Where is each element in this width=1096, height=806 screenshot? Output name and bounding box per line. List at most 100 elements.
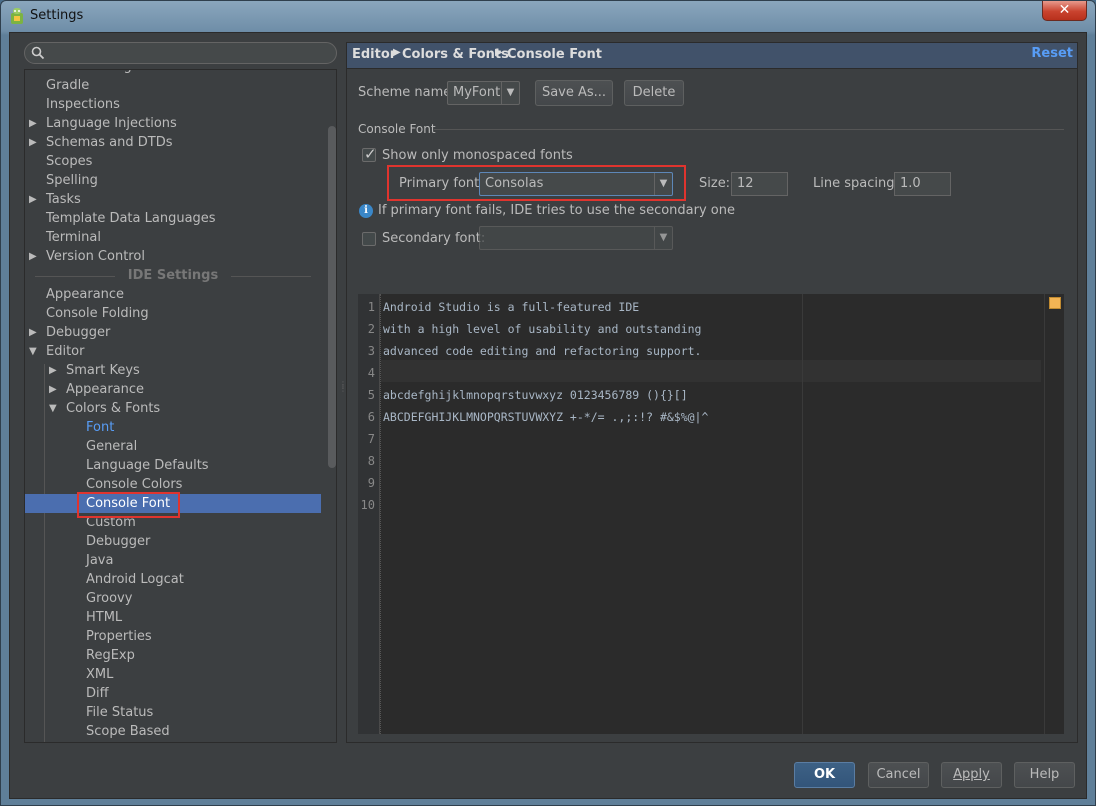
sidebar-item-html[interactable]: HTML (25, 608, 321, 627)
show-monospaced-checkbox[interactable]: ✓ (362, 145, 377, 163)
sidebar-item-console-folding[interactable]: Console Folding (25, 304, 321, 323)
collapsed-arrow-icon[interactable]: ▶ (29, 190, 41, 209)
tree-scrollbar-thumb[interactable] (328, 126, 336, 468)
sidebar-item-editor[interactable]: ▼ Editor (25, 342, 321, 361)
ok-button[interactable]: OK (794, 762, 855, 788)
sidebar-item-font[interactable]: Font (25, 418, 321, 437)
sidebar-item-label: Schemas and DTDs (46, 135, 173, 150)
sidebar-item-label: Language Defaults (86, 458, 209, 473)
sidebar-item-debugger[interactable]: Debugger (25, 532, 321, 551)
sidebar-item-label: Java (86, 553, 114, 568)
line-spacing-label: Line spacing: (813, 176, 899, 191)
line-spacing-field[interactable]: 1.0 (894, 172, 951, 196)
warning-marker-icon[interactable] (1049, 297, 1061, 309)
sidebar-item-language-defaults[interactable]: Language Defaults (25, 456, 321, 475)
primary-font-select[interactable]: Consolas ▼ (479, 172, 673, 196)
sidebar-item-groovy[interactable]: Groovy (25, 589, 321, 608)
sidebar-item-gradle[interactable]: Gradle (25, 76, 321, 95)
caret-line-highlight (381, 360, 1041, 382)
sidebar-item-scopes[interactable]: Scopes (25, 152, 321, 171)
breadcrumb-separator-icon: ▶ (393, 47, 401, 58)
sidebar-item-language-injections[interactable]: ▶ Language Injections (25, 114, 321, 133)
sidebar-item-label: Scope Based (86, 724, 170, 739)
close-button[interactable]: ✕ (1042, 1, 1087, 21)
sidebar-item-spelling[interactable]: Spelling (25, 171, 321, 190)
console-font-highlight (77, 492, 180, 518)
sidebar-item-regexp[interactable]: RegExp (25, 646, 321, 665)
show-monospaced-label: Show only monospaced fonts (382, 148, 573, 163)
sidebar-item-label: XML (86, 667, 114, 682)
scheme-select[interactable]: MyFont ▼ (447, 81, 520, 105)
sidebar-item-xml[interactable]: XML (25, 665, 321, 684)
sidebar-item-label: Properties (86, 629, 152, 644)
sidebar-item-appearance[interactable]: ▶ Appearance (25, 380, 321, 399)
sidebar-item-smart-keys[interactable]: ▶ Smart Keys (25, 361, 321, 380)
sidebar-item-label: Tasks (46, 192, 81, 207)
sidebar-item-label: Gradle (46, 78, 90, 93)
sidebar-item-label: Appearance (46, 287, 125, 302)
line-number: 4 (367, 366, 375, 380)
ide-settings-section-header: IDE Settings (25, 266, 321, 285)
sidebar-item-appearance[interactable]: Appearance (25, 285, 321, 304)
sidebar-item-diff[interactable]: Diff (25, 684, 321, 703)
sidebar-item-inspections[interactable]: Inspections (25, 95, 321, 114)
breadcrumb-editor: Editor (352, 47, 397, 62)
collapsed-arrow-icon[interactable]: ▶ (29, 133, 41, 152)
expanded-arrow-icon[interactable]: ▼ (49, 399, 61, 418)
scheme-select-value: MyFont (453, 85, 501, 100)
size-field[interactable]: 12 (731, 172, 788, 196)
save-as-button[interactable]: Save As... (535, 80, 613, 106)
size-label: Size: (699, 176, 731, 191)
settings-window: Settings ✕ File Encodings Gradle Inspectio… (0, 0, 1096, 806)
secondary-font-checkbox[interactable] (362, 232, 376, 246)
collapsed-arrow-icon[interactable]: ▶ (29, 114, 41, 133)
editor-scrollbar[interactable] (1044, 294, 1064, 734)
secondary-font-select[interactable]: ▼ (479, 226, 673, 250)
sidebar-item-schemas-and-dtds[interactable]: ▶ Schemas and DTDs (25, 133, 321, 152)
sidebar-item-file-status[interactable]: File Status (25, 703, 321, 722)
primary-font-label: Primary font: (399, 176, 484, 191)
console-font-group-label: Console Font (358, 122, 436, 136)
collapsed-arrow-icon[interactable]: ▶ (29, 247, 41, 266)
sidebar-item-label: File Encodings (46, 70, 139, 76)
info-text: If primary font fails, IDE tries to use … (378, 203, 735, 218)
android-studio-icon (11, 8, 23, 24)
collapsed-arrow-icon[interactable]: ▶ (49, 361, 61, 380)
line-number: 5 (367, 388, 375, 402)
search-icon (31, 46, 45, 60)
code-line: advanced code editing and refactoring su… (383, 344, 702, 358)
sidebar-item-colors-fonts[interactable]: ▼ Colors & Fonts (25, 399, 321, 418)
help-button[interactable]: Help (1014, 762, 1075, 788)
dialog-content: File Encodings Gradle Inspections ▶ Language… (9, 32, 1087, 799)
search-input[interactable] (24, 42, 337, 64)
sidebar-item-label: Android Logcat (86, 572, 184, 587)
sidebar-item-general[interactable]: General (25, 437, 321, 456)
collapsed-arrow-icon[interactable]: ▶ (29, 323, 41, 342)
sidebar-item-java[interactable]: Java (25, 551, 321, 570)
sidebar-item-properties[interactable]: Properties (25, 627, 321, 646)
scheme-name-label: Scheme name: (358, 85, 456, 100)
settings-tree[interactable]: File Encodings Gradle Inspections ▶ Language… (24, 69, 337, 743)
cancel-button[interactable]: Cancel (868, 762, 929, 788)
sidebar-item-scope-based[interactable]: Scope Based (25, 722, 321, 741)
sidebar-item-tasks[interactable]: ▶ Tasks (25, 190, 321, 209)
collapsed-arrow-icon[interactable]: ▶ (49, 380, 61, 399)
sidebar-item-template-data-languages[interactable]: Template Data Languages (25, 209, 321, 228)
title-bar: Settings ✕ (1, 1, 1095, 33)
sidebar-item-debugger[interactable]: ▶ Debugger (25, 323, 321, 342)
font-preview-editor[interactable]: 1 2 3 4 5 6 7 8 9 10 Android Studio is a full-fea… (358, 294, 1064, 734)
delete-button[interactable]: Delete (624, 80, 684, 106)
group-divider (434, 129, 1064, 130)
sidebar-item-terminal[interactable]: Terminal (25, 228, 321, 247)
sidebar-item-version-control[interactable]: ▶ Version Control (25, 247, 321, 266)
line-number: 9 (367, 476, 375, 490)
expanded-arrow-icon[interactable]: ▼ (29, 342, 41, 361)
splitter-handle[interactable]: ⋮ ⋮ (339, 381, 347, 397)
sidebar-item-file-encodings[interactable]: File Encodings (25, 70, 321, 76)
sidebar-item-label: Version Control (46, 249, 145, 264)
apply-button[interactable]: Apply (941, 762, 1002, 788)
breadcrumb-console-font: Console Font (507, 47, 602, 62)
reset-link[interactable]: Reset (1031, 46, 1073, 61)
sidebar-item-android-logcat[interactable]: Android Logcat (25, 570, 321, 589)
line-number: 1 (367, 300, 375, 314)
